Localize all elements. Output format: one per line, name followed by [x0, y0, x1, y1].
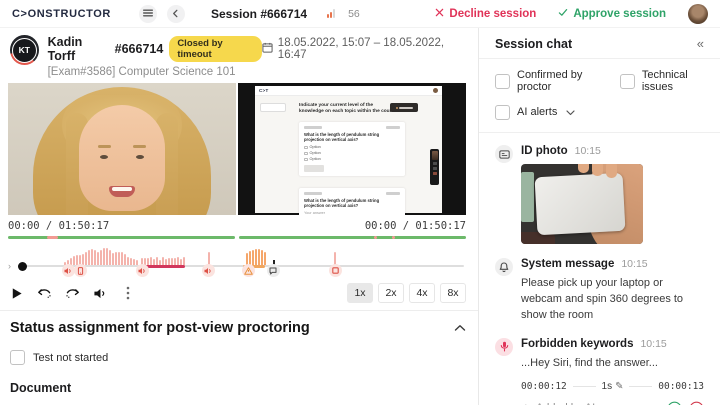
chat-messages: ID photo 10:15 System message 10:15 Plea… [479, 133, 720, 405]
timeline-expand-icon[interactable]: › [8, 261, 11, 271]
mini-question-card: What is the length of pendulum string pr… [299, 122, 405, 177]
webcam-progress-bar[interactable] [8, 236, 235, 239]
timeline-marker-stop[interactable] [328, 264, 342, 277]
decline-session-button[interactable]: Decline session [435, 8, 536, 20]
chat-message-system: System message 10:15 Please pick up your… [495, 258, 704, 324]
checkbox[interactable] [10, 350, 25, 365]
session-id: #666714 [114, 42, 164, 56]
session-period: 18.05.2022, 15:07 – 18.05.2022, 16:47 [277, 37, 445, 61]
chevron-left-icon [171, 5, 180, 23]
timeline-marker-sound[interactable] [135, 264, 149, 277]
timeline-marker-sound[interactable] [201, 264, 215, 277]
collapse-section-icon[interactable] [454, 319, 466, 337]
student-webcam-frame [8, 83, 236, 215]
event-timeline[interactable]: › [8, 240, 466, 278]
range-start: 00:00:12 [521, 380, 567, 392]
mini-logo: C>T [259, 88, 269, 93]
screen-share-frame: C>T Indicate your current level of the k… [255, 86, 442, 215]
proctoring-session-app: C>ONSTRUCTOR Session #666714 56 Decline … [0, 0, 720, 405]
chat-title: Session chat [495, 36, 573, 51]
bell-icon [495, 258, 513, 276]
mini-proctor-widget [430, 149, 439, 185]
chat-message-forbidden-keywords: Forbidden keywords 10:15 ...Hey Siri, fi… [495, 337, 704, 405]
mini-avatar [433, 88, 438, 93]
mini-question-select [260, 103, 286, 112]
session-info: KT Kadin Torff #666714 Closed by timeout… [10, 35, 466, 78]
id-photo-image[interactable] [521, 164, 643, 244]
screen-timecode: 00:00 / 01:50:17 [364, 220, 466, 232]
filter-technical-issues[interactable]: Technical issues [619, 69, 704, 93]
range-duration: 1s [601, 380, 613, 392]
hamburger-icon [142, 5, 153, 23]
back-button[interactable] [166, 4, 185, 23]
session-title: Session #666714 [210, 6, 308, 21]
speed-2x-button[interactable]: 2x [378, 283, 404, 303]
exam-name: [Exam#3586] Computer Science 101 [47, 66, 236, 78]
timeline-marker-warning[interactable] [241, 264, 255, 277]
chat-message-id-photo: ID photo 10:15 [495, 145, 704, 244]
checkbox[interactable] [619, 73, 635, 89]
player-controls: 1x 2x 4x 8x [8, 281, 466, 305]
play-button[interactable] [8, 285, 24, 301]
chat-filters: Confirmed by proctor Technical issues AI… [479, 59, 720, 133]
volume-button[interactable] [92, 285, 108, 301]
constructor-logo: C>ONSTRUCTOR [12, 7, 111, 20]
speed-1x-button[interactable]: 1x [347, 283, 373, 303]
x-icon [435, 8, 444, 20]
speed-8x-button[interactable]: 8x [440, 283, 466, 303]
mini-exam-heading: Indicate your current level of the knowl… [299, 103, 397, 115]
collapse-chat-icon[interactable]: « [697, 36, 704, 51]
filter-confirmed-by-proctor[interactable]: Confirmed by proctor [495, 69, 598, 93]
approve-session-button[interactable]: Approve session [558, 8, 666, 20]
menu-button[interactable] [138, 4, 157, 23]
screen-progress-bar[interactable] [239, 236, 466, 239]
playhead[interactable] [18, 261, 27, 271]
forward-button[interactable] [64, 285, 80, 301]
status-assignment-section: Status assignment for post-view proctori… [0, 311, 478, 405]
status-badge: Closed by timeout [169, 36, 262, 62]
webcam-video[interactable] [8, 83, 236, 215]
connection-signal-icon [327, 9, 336, 18]
screen-share-video[interactable]: C>T Indicate your current level of the k… [238, 83, 466, 215]
speed-selector: 1x 2x 4x 8x [347, 283, 466, 303]
range-end: 00:00:13 [658, 380, 705, 392]
student-avatar: KT [10, 35, 39, 65]
top-bar: C>ONSTRUCTOR Session #666714 56 Decline … [0, 0, 720, 28]
timeline-marker-bubble[interactable] [266, 264, 280, 277]
filter-ai-alerts[interactable]: AI alerts [495, 103, 575, 121]
speed-4x-button[interactable]: 4x [409, 283, 435, 303]
session-chat-panel: Session chat « Confirmed by proctor Tech… [478, 28, 720, 405]
chevron-down-icon[interactable] [566, 103, 575, 121]
mini-question-card-2: What is the length of pendulum string pr… [299, 188, 405, 215]
rewind-button[interactable] [36, 285, 52, 301]
session-content: KT Kadin Torff #666714 Closed by timeout… [0, 28, 478, 405]
status-section-title: Status assignment for post-view proctori… [10, 320, 310, 336]
document-group-title: Document [10, 381, 72, 395]
check-icon [558, 8, 568, 20]
edit-icon[interactable]: ✎ [615, 381, 623, 392]
reject-alert-button[interactable] [689, 401, 704, 405]
more-options-button[interactable] [120, 285, 136, 301]
connection-quality-value: 56 [348, 7, 360, 20]
microphone-alert-icon [495, 337, 513, 356]
calendar-icon [262, 42, 273, 56]
webcam-timecode: 00:00 / 01:50:17 [8, 220, 110, 232]
checkbox[interactable] [495, 104, 510, 120]
timeline-marker-phone[interactable] [73, 264, 87, 277]
checkbox[interactable] [495, 73, 510, 89]
user-avatar[interactable] [688, 3, 708, 24]
keyword-time-range: 00:00:12 1s ✎ 00:00:13 [521, 381, 704, 392]
id-card-icon [495, 145, 513, 163]
timeline-marker-sound[interactable] [61, 264, 75, 277]
mini-submit-button [304, 165, 324, 173]
mini-timer [390, 103, 418, 112]
confirm-alert-button[interactable] [667, 401, 682, 405]
checkbox-test-not-started[interactable]: Test not started [10, 350, 466, 365]
student-name: Kadin Torff [47, 35, 83, 63]
